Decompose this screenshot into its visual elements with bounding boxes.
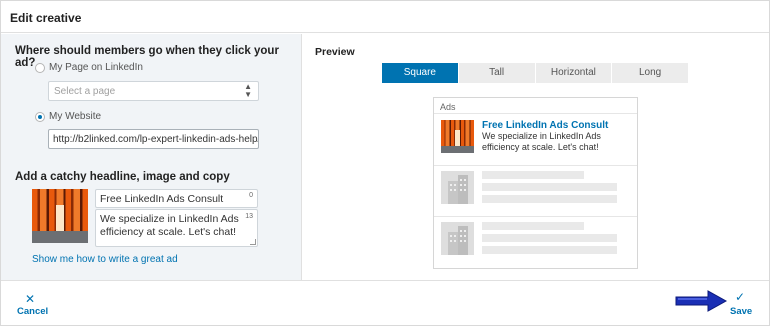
ad-copy-value: We specialize in LinkedIn Ads efficiency… <box>100 213 239 238</box>
divider <box>434 216 637 217</box>
placeholder-line <box>482 195 617 203</box>
ad-image-thumbnail[interactable] <box>32 189 88 243</box>
website-url-value: http://b2linked.com/lp-expert-linkedin-a… <box>53 134 258 145</box>
tab-long[interactable]: Long <box>612 63 689 83</box>
placeholder-line <box>482 171 584 179</box>
preview-format-tabs: Square Tall Horizontal Long <box>382 63 689 83</box>
close-icon[interactable]: ✕ <box>25 292 35 306</box>
select-arrows-icon: ▲ ▼ <box>244 82 252 99</box>
preview-panel: Preview Square Tall Horizontal Long Ads … <box>303 34 769 280</box>
placeholder-line <box>482 183 617 191</box>
page-select[interactable]: Select a page ▲ ▼ <box>48 81 259 101</box>
placeholder-line <box>482 234 617 242</box>
preview-ad-title[interactable]: Free LinkedIn Ads Consult <box>482 120 608 131</box>
ad-copy-textarea[interactable]: We specialize in LinkedIn Ads efficiency… <box>95 209 258 247</box>
radio-my-website[interactable] <box>35 112 45 122</box>
resize-handle-icon[interactable] <box>250 239 256 245</box>
edit-creative-modal: Edit creative Where should members go wh… <box>0 0 770 326</box>
help-link[interactable]: Show me how to write a great ad <box>32 254 178 265</box>
headline-input[interactable]: Free LinkedIn Ads Consult 0 <box>95 189 258 208</box>
placeholder-line <box>482 246 617 254</box>
modal-footer: ✕ Cancel ✓ Save <box>1 280 769 325</box>
headline-value: Free LinkedIn Ads Consult <box>100 193 224 205</box>
save-button[interactable]: Save <box>730 306 752 317</box>
tab-tall[interactable]: Tall <box>458 63 536 83</box>
modal-header: Edit creative <box>1 1 769 33</box>
divider <box>434 165 637 166</box>
placeholder-line <box>482 222 584 230</box>
divider <box>434 113 637 114</box>
cancel-button[interactable]: Cancel <box>17 306 48 317</box>
check-icon[interactable]: ✓ <box>735 290 745 304</box>
tab-horizontal[interactable]: Horizontal <box>535 63 613 83</box>
preview-ad-text: We specialize in LinkedIn Ads efficiency… <box>482 131 601 152</box>
radio-my-website-label[interactable]: My Website <box>49 111 101 122</box>
tab-square[interactable]: Square <box>382 63 459 83</box>
website-url-input[interactable]: http://b2linked.com/lp-expert-linkedin-a… <box>48 129 259 149</box>
creative-section-title: Add a catchy headline, image and copy <box>15 171 230 183</box>
radio-my-page-label[interactable]: My Page on LinkedIn <box>49 62 143 73</box>
placeholder-building-icon <box>441 171 474 204</box>
placeholder-building-icon <box>441 222 474 255</box>
creative-form-panel: Where should members go when they click … <box>1 34 302 280</box>
ad-preview-card: Ads Free LinkedIn Ads Consult We special… <box>433 97 638 269</box>
radio-my-page[interactable] <box>35 63 45 73</box>
pointing-arrow-icon <box>675 290 728 312</box>
preview-title: Preview <box>315 46 355 58</box>
headline-char-count: 0 <box>249 192 253 199</box>
modal-title: Edit creative <box>10 11 82 25</box>
ad-copy-char-count: 13 <box>245 213 253 220</box>
ads-label: Ads <box>440 102 456 112</box>
page-select-placeholder: Select a page <box>54 86 116 97</box>
preview-ad-image <box>441 120 474 153</box>
